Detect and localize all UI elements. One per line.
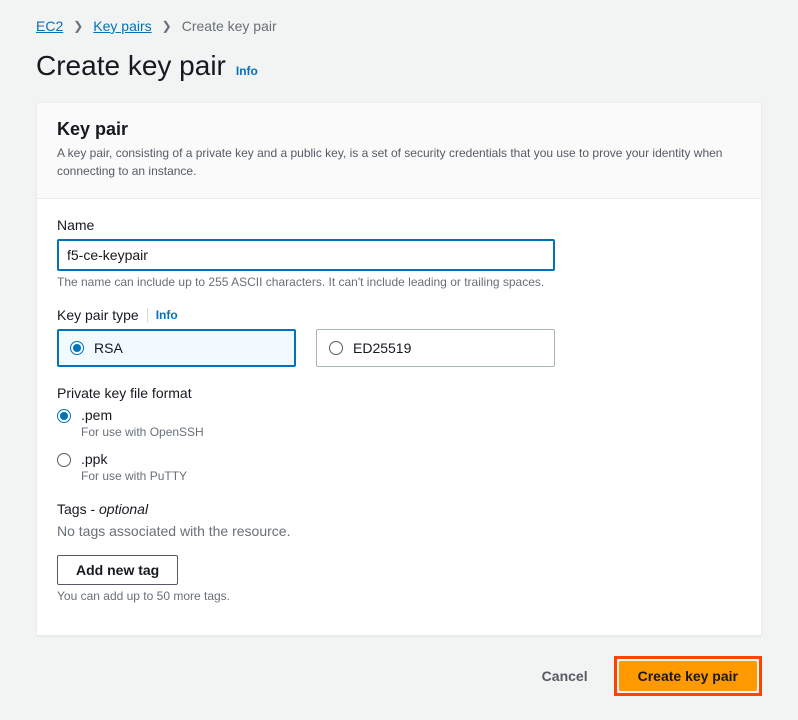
file-format-field: Private key file format .pem For use wit… <box>57 385 741 483</box>
name-hint: The name can include up to 255 ASCII cha… <box>57 275 741 289</box>
key-pair-type-field: Key pair type Info RSA ED25519 <box>57 307 741 367</box>
tags-label: Tags - optional <box>57 501 741 517</box>
info-link[interactable]: Info <box>236 64 258 78</box>
page-title: Create key pair <box>36 50 226 82</box>
divider <box>147 308 148 322</box>
key-pair-panel: Key pair A key pair, consisting of a pri… <box>36 102 762 636</box>
name-field: Name The name can include up to 255 ASCI… <box>57 217 741 289</box>
breadcrumb: EC2 ❯ Key pairs ❯ Create key pair <box>36 18 762 34</box>
info-link-type[interactable]: Info <box>156 308 178 322</box>
add-new-tag-button[interactable]: Add new tag <box>57 555 178 585</box>
type-option-label: RSA <box>94 340 123 356</box>
form-actions: Cancel Create key pair <box>36 656 762 696</box>
radio-icon <box>57 453 71 467</box>
name-label: Name <box>57 217 741 233</box>
highlight-box: Create key pair <box>614 656 762 696</box>
radio-icon <box>329 341 343 355</box>
format-option-sub: For use with PuTTY <box>81 469 187 483</box>
format-label: Private key file format <box>57 385 741 401</box>
chevron-right-icon: ❯ <box>73 19 83 33</box>
type-option-label: ED25519 <box>353 340 411 356</box>
type-option-rsa[interactable]: RSA <box>57 329 296 367</box>
format-option-label: .pem <box>81 407 204 423</box>
radio-icon <box>57 409 71 423</box>
format-option-pem[interactable]: .pem For use with OpenSSH <box>57 407 741 439</box>
panel-title: Key pair <box>57 119 741 140</box>
breadcrumb-key-pairs[interactable]: Key pairs <box>93 18 151 34</box>
tags-limit-hint: You can add up to 50 more tags. <box>57 589 741 603</box>
panel-header: Key pair A key pair, consisting of a pri… <box>37 103 761 199</box>
type-option-ed25519[interactable]: ED25519 <box>316 329 555 367</box>
name-input[interactable] <box>57 239 555 271</box>
format-option-sub: For use with OpenSSH <box>81 425 204 439</box>
breadcrumb-ec2[interactable]: EC2 <box>36 18 63 34</box>
type-label: Key pair type <box>57 307 139 323</box>
breadcrumb-current: Create key pair <box>182 18 277 34</box>
format-option-label: .ppk <box>81 451 187 467</box>
panel-description: A key pair, consisting of a private key … <box>57 144 741 180</box>
tags-empty-text: No tags associated with the resource. <box>57 523 741 539</box>
cancel-button[interactable]: Cancel <box>524 662 606 690</box>
radio-icon <box>70 341 84 355</box>
create-key-pair-button[interactable]: Create key pair <box>619 661 757 691</box>
chevron-right-icon: ❯ <box>162 19 172 33</box>
tags-field: Tags - optional No tags associated with … <box>57 501 741 603</box>
format-option-ppk[interactable]: .ppk For use with PuTTY <box>57 451 741 483</box>
